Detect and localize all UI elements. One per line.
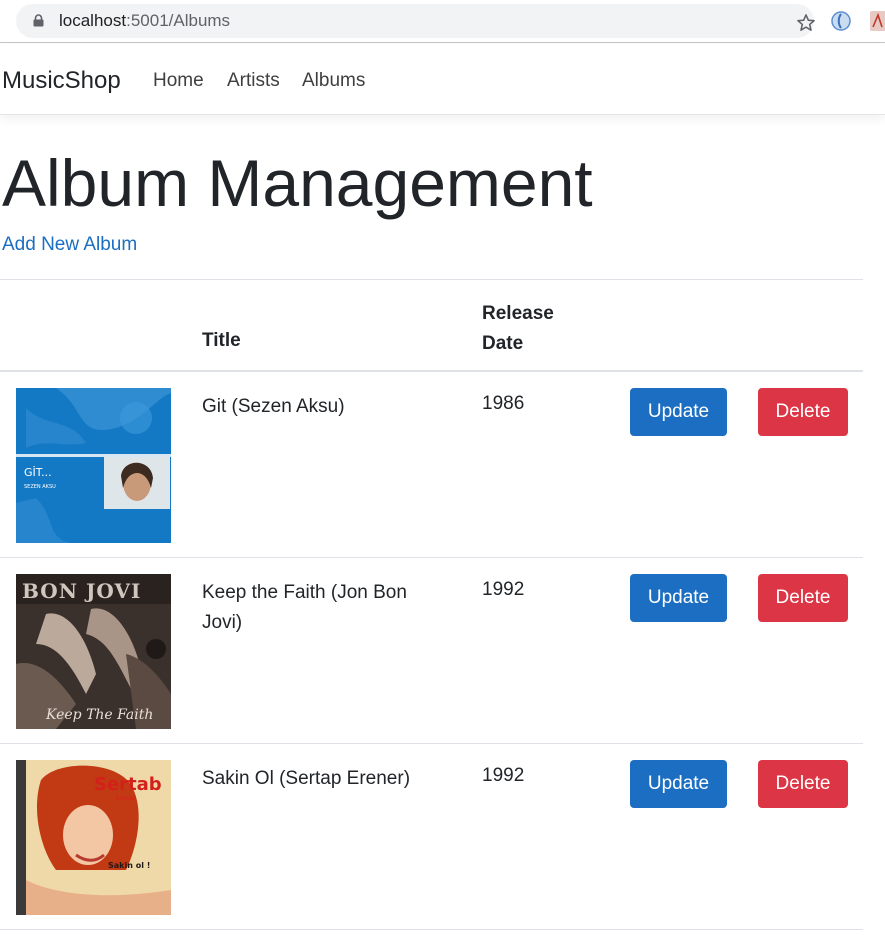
pdf-extension-icon[interactable] (869, 9, 885, 33)
page-title: Album Management (2, 146, 593, 220)
table-row: Sertab Erener Sakin ol ! Sakin Ol (Serta… (0, 744, 863, 930)
table-top-border (0, 279, 863, 280)
delete-button[interactable]: Delete (758, 760, 848, 808)
svg-text:Sakin ol !: Sakin ol ! (108, 861, 150, 870)
svg-text:SEZEN AKSU: SEZEN AKSU (24, 484, 56, 490)
delete-button[interactable]: Delete (758, 388, 848, 436)
nav-albums[interactable]: Albums (302, 69, 365, 93)
album-title: Git (Sezen Aksu) (202, 396, 345, 417)
svg-text:GİT...: GİT... (24, 466, 52, 479)
svg-text:Erener: Erener (116, 795, 136, 802)
lock-icon (33, 14, 44, 27)
album-cover-image: GİT... SEZEN AKSU (16, 388, 171, 543)
browser-toolbar: localhost:5001/Albums (0, 0, 885, 43)
browser-extension-icon[interactable] (829, 9, 853, 33)
add-new-album-link[interactable]: Add New Album (2, 233, 137, 257)
nav-home[interactable]: Home (153, 69, 204, 93)
nav-artists[interactable]: Artists (227, 69, 280, 93)
row-divider (0, 929, 863, 930)
top-navbar: MusicShop Home Artists Albums (0, 44, 885, 115)
address-bar[interactable]: localhost:5001/Albums (16, 4, 817, 38)
bookmark-star-icon[interactable] (795, 12, 817, 34)
album-cover-image: Sertab Erener Sakin ol ! (16, 760, 171, 915)
table-row: GİT... SEZEN AKSU Git (Sezen Aksu) 1986 … (0, 372, 863, 558)
update-button[interactable]: Update (630, 574, 727, 622)
svg-text:Sertab: Sertab (94, 774, 162, 795)
column-header-title: Title (202, 330, 241, 351)
url-text: localhost:5001/Albums (59, 11, 231, 30)
album-release-date: 1986 (482, 393, 525, 414)
album-release-date: 1992 (482, 579, 525, 600)
update-button[interactable]: Update (630, 760, 727, 808)
brand-link[interactable]: MusicShop (2, 66, 121, 96)
svg-text:BON JOVI: BON JOVI (22, 579, 141, 603)
table-row: BON JOVI Keep The Faith Keep the Faith (… (0, 558, 863, 744)
update-button[interactable]: Update (630, 388, 727, 436)
delete-button[interactable]: Delete (758, 574, 848, 622)
album-title: Keep the Faith (Jon Bon Jovi) (202, 582, 407, 633)
column-header-release-date: Release Date (482, 303, 554, 354)
svg-text:Keep The Faith: Keep The Faith (45, 707, 153, 723)
album-release-date: 1992 (482, 765, 525, 786)
album-cover-image: BON JOVI Keep The Faith (16, 574, 171, 729)
album-title: Sakin Ol (Sertap Erener) (202, 768, 411, 789)
